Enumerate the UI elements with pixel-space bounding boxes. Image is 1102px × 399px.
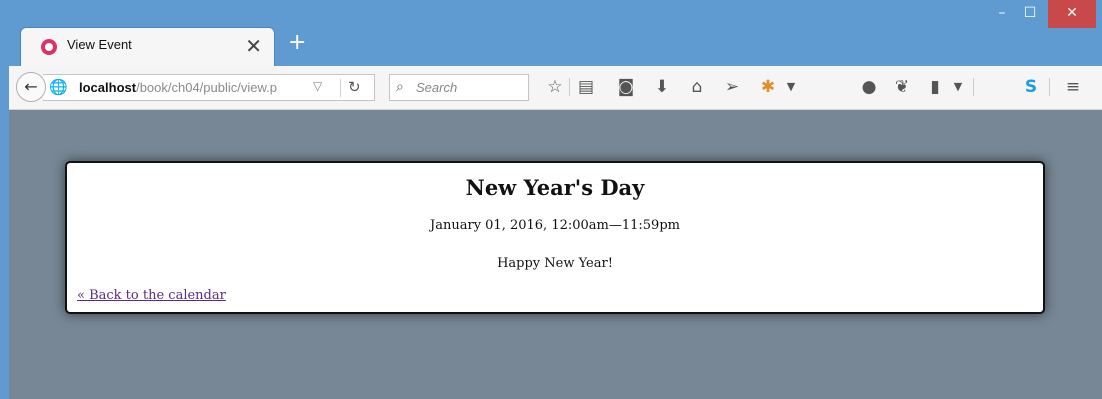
puzzle-icon[interactable]: ❦ — [890, 75, 914, 99]
favicon-icon — [41, 39, 57, 55]
url-text[interactable]: localhost/book/ch04/public/view.p — [79, 80, 277, 95]
reload-icon[interactable]: ↻ — [348, 78, 361, 96]
url-host: localhost — [79, 80, 137, 95]
title-bar: View Event ✕ + – ☐ ✕ — [0, 0, 1102, 66]
back-arrow-icon: ← — [24, 77, 38, 96]
event-description: Happy New Year! — [497, 256, 613, 271]
url-history-dropdown-icon[interactable]: ▽ — [313, 79, 322, 93]
home-icon[interactable]: ⌂ — [685, 75, 709, 99]
url-separator — [340, 79, 341, 97]
event-title: New Year's Day — [465, 175, 645, 200]
tab-close-icon[interactable]: ✕ — [245, 32, 262, 60]
search-input[interactable]: ⌕ Search — [389, 74, 529, 101]
back-button[interactable]: ← — [16, 72, 46, 102]
site-identity-icon[interactable]: 🌐 — [49, 78, 68, 96]
url-bar[interactable]: 🌐 localhost/book/ch04/public/view.p ▽ ↻ — [43, 74, 375, 101]
minimize-button[interactable]: – — [988, 0, 1016, 28]
event-time: January 01, 2016, 12:00am—11:59pm — [430, 218, 680, 233]
menu-icon[interactable]: ≡ — [1061, 75, 1085, 99]
extension-icon[interactable]: ✱ — [756, 75, 780, 99]
pocket-icon[interactable]: ◙ — [614, 75, 638, 99]
tab-title: View Event — [67, 37, 132, 52]
chat-icon[interactable]: ● — [857, 75, 881, 99]
send-icon[interactable]: ➢ — [720, 75, 744, 99]
search-placeholder: Search — [416, 80, 458, 95]
toolbar-separator — [973, 78, 974, 96]
tab-view-event[interactable]: View Event ✕ — [20, 27, 275, 66]
page-viewport: New Year's Day January 01, 2016, 12:00am… — [9, 110, 1102, 399]
url-path: /book/ch04/public/view.p — [136, 80, 278, 95]
extension-dropdown-icon[interactable]: ▼ — [779, 75, 803, 99]
new-tab-icon[interactable]: + — [288, 29, 306, 57]
clipboard-dropdown-icon[interactable]: ▼ — [946, 75, 970, 99]
bookmark-star-icon[interactable]: ☆ — [543, 75, 567, 99]
skype-icon[interactable]: S — [1019, 75, 1043, 99]
reading-list-icon[interactable]: ▤ — [574, 75, 598, 99]
close-window-button[interactable]: ✕ — [1048, 0, 1096, 28]
toolbar-separator — [1049, 78, 1050, 96]
back-to-calendar-link[interactable]: « Back to the calendar — [77, 288, 226, 303]
clipboard-icon[interactable]: ▮ — [923, 75, 947, 99]
browser-window: View Event ✕ + – ☐ ✕ 🌐 localhost/book/ch… — [0, 0, 1102, 399]
toolbar-separator — [569, 78, 570, 96]
event-card: New Year's Day January 01, 2016, 12:00am… — [65, 161, 1045, 314]
navigation-toolbar: 🌐 localhost/book/ch04/public/view.p ▽ ↻ … — [9, 66, 1102, 110]
search-icon: ⌕ — [396, 79, 404, 95]
download-icon[interactable]: ⬇ — [650, 75, 674, 99]
maximize-button[interactable]: ☐ — [1016, 0, 1044, 28]
